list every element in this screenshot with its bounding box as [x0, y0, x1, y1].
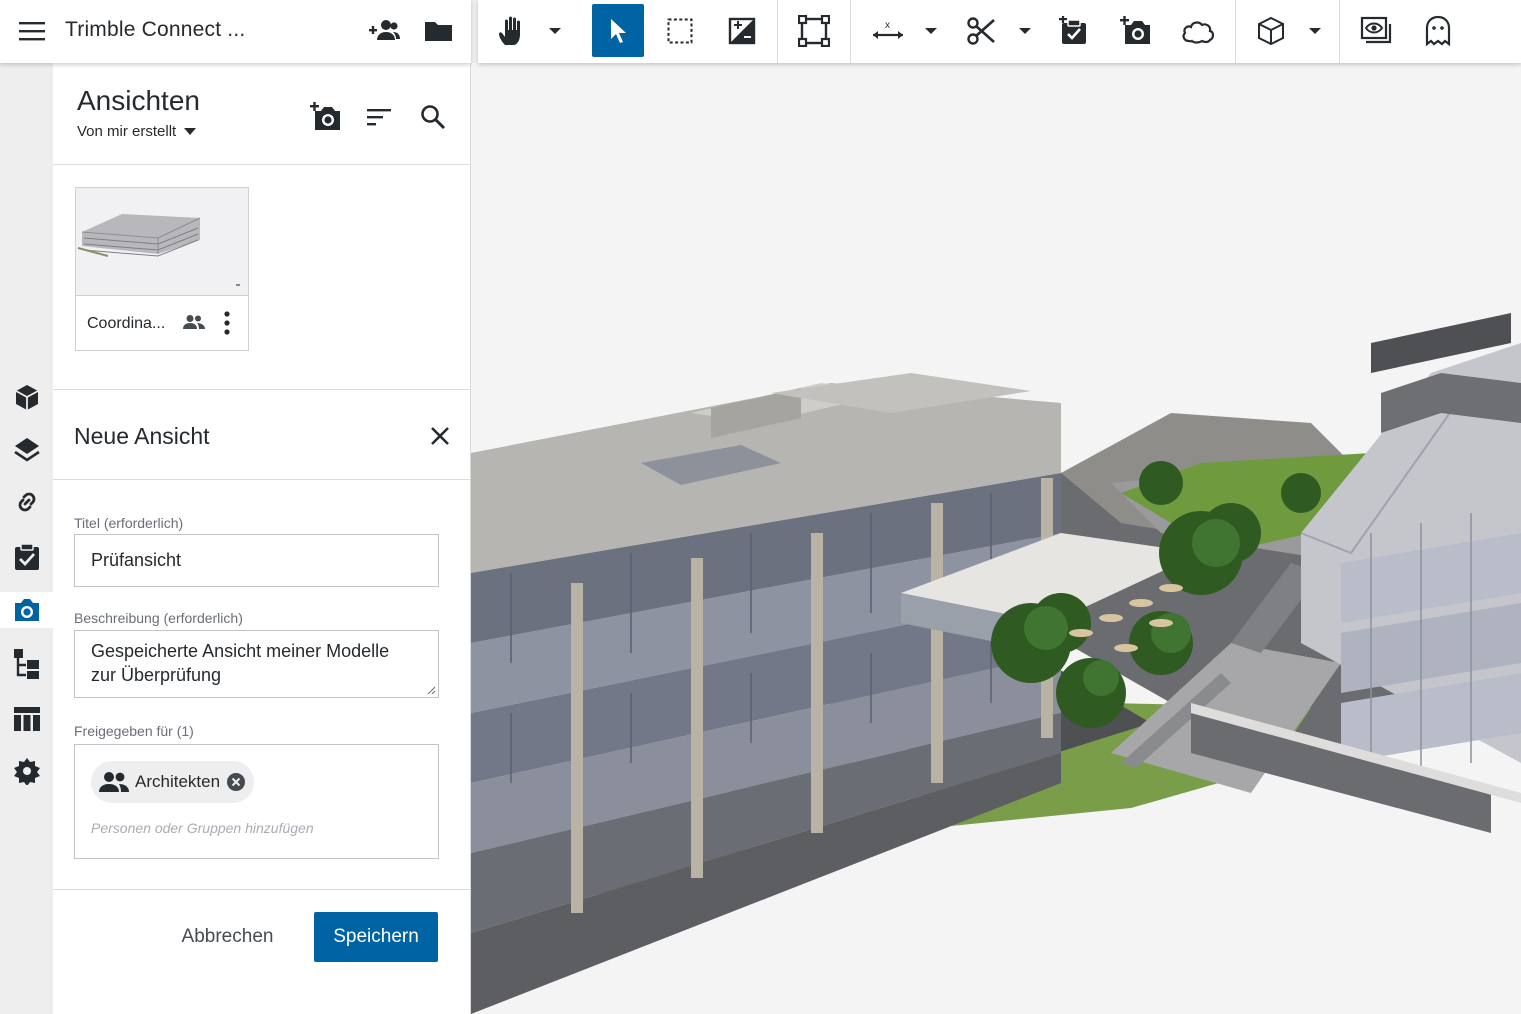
shared-group-icon: [183, 314, 205, 330]
title-label: Titel (erforderlich): [74, 515, 184, 531]
view-name: Coordina...: [87, 315, 166, 332]
group-chip-label: Architekten: [135, 772, 221, 791]
layers-icon[interactable]: [8, 432, 45, 468]
add-user-icon[interactable]: [367, 16, 401, 46]
left-rail: [0, 63, 53, 1014]
link-icon[interactable]: [8, 484, 45, 520]
markup-cloud-icon[interactable]: [1172, 4, 1224, 57]
select-arrow-icon[interactable]: [592, 4, 644, 57]
folder-icon[interactable]: [422, 16, 456, 46]
measure-icon[interactable]: x: [862, 4, 914, 57]
description-line-1: Gespeicherte Ansicht meiner Modelle: [91, 641, 390, 661]
sort-icon[interactable]: [362, 100, 396, 134]
filter-dropdown[interactable]: Von mir erstellt: [77, 123, 197, 140]
shared-with-label: Freigegeben für (1): [74, 723, 194, 739]
measure-options-dropdown[interactable]: [920, 4, 942, 57]
description-label: Beschreibung (erforderlich): [74, 610, 243, 626]
panel-title: Ansichten: [77, 85, 200, 116]
view-thumbnail: [76, 188, 248, 296]
title-input[interactable]: Prüfansicht: [74, 534, 439, 587]
cancel-button[interactable]: Abbrechen: [165, 912, 290, 962]
share-field[interactable]: Architekten Personen oder Gruppen hinzuf…: [74, 744, 439, 859]
models-cube-icon[interactable]: [8, 380, 45, 416]
add-people-placeholder[interactable]: Personen oder Gruppen hinzufügen: [91, 820, 314, 836]
table-icon[interactable]: [8, 701, 45, 737]
section-scissors-icon[interactable]: [955, 4, 1007, 57]
app-bar: Trimble Connect ...: [0, 0, 471, 63]
menu-icon[interactable]: [18, 19, 46, 43]
more-vert-icon[interactable]: [220, 310, 234, 336]
svg-text:x: x: [885, 20, 890, 31]
add-view-icon[interactable]: [309, 100, 343, 134]
resize-handle-icon[interactable]: [426, 685, 436, 695]
view-card[interactable]: Coordina...: [75, 187, 249, 351]
model-viewport[interactable]: [471, 63, 1521, 1014]
todo-check-icon[interactable]: [8, 539, 45, 575]
description-textarea[interactable]: Gespeicherte Ansicht meiner Modelle zur …: [74, 630, 439, 698]
section-options-dropdown[interactable]: [1014, 4, 1036, 57]
tree-structure-icon[interactable]: [8, 646, 45, 682]
close-icon[interactable]: [427, 423, 453, 449]
edit-image-icon[interactable]: [716, 4, 768, 57]
main-toolbar: x: [478, 0, 1521, 63]
views-camera-icon[interactable]: [0, 592, 53, 628]
hand-pan-icon[interactable]: [486, 4, 538, 57]
views-panel: Ansichten Von mir erstellt Coordina... N…: [53, 63, 471, 1014]
chevron-down-icon: [184, 128, 197, 135]
extensions-icon[interactable]: [8, 753, 45, 789]
save-button[interactable]: Speichern: [314, 912, 438, 962]
fit-frame-icon[interactable]: [788, 4, 840, 57]
cube-view-icon[interactable]: [1245, 4, 1297, 57]
todo-add-icon[interactable]: [1048, 4, 1100, 57]
search-icon[interactable]: [416, 100, 450, 134]
building-model-render: [471, 63, 1521, 1014]
description-line-2: zur Überprüfung: [91, 665, 222, 685]
filter-label: Von mir erstellt: [77, 123, 177, 140]
add-view-camera-icon[interactable]: [1110, 4, 1162, 57]
show-hide-eye-icon[interactable]: [1350, 4, 1402, 57]
group-icon: [99, 772, 129, 792]
new-view-heading: Neue Ansicht: [74, 423, 210, 449]
selection-box-icon[interactable]: [654, 4, 706, 57]
view-options-dropdown[interactable]: [1304, 4, 1326, 57]
pan-options-dropdown[interactable]: [544, 4, 566, 57]
group-chip: Architekten: [91, 761, 255, 803]
app-title: Trimble Connect ...: [65, 18, 246, 41]
remove-chip-icon[interactable]: [226, 772, 246, 792]
ghost-icon[interactable]: [1412, 4, 1464, 57]
